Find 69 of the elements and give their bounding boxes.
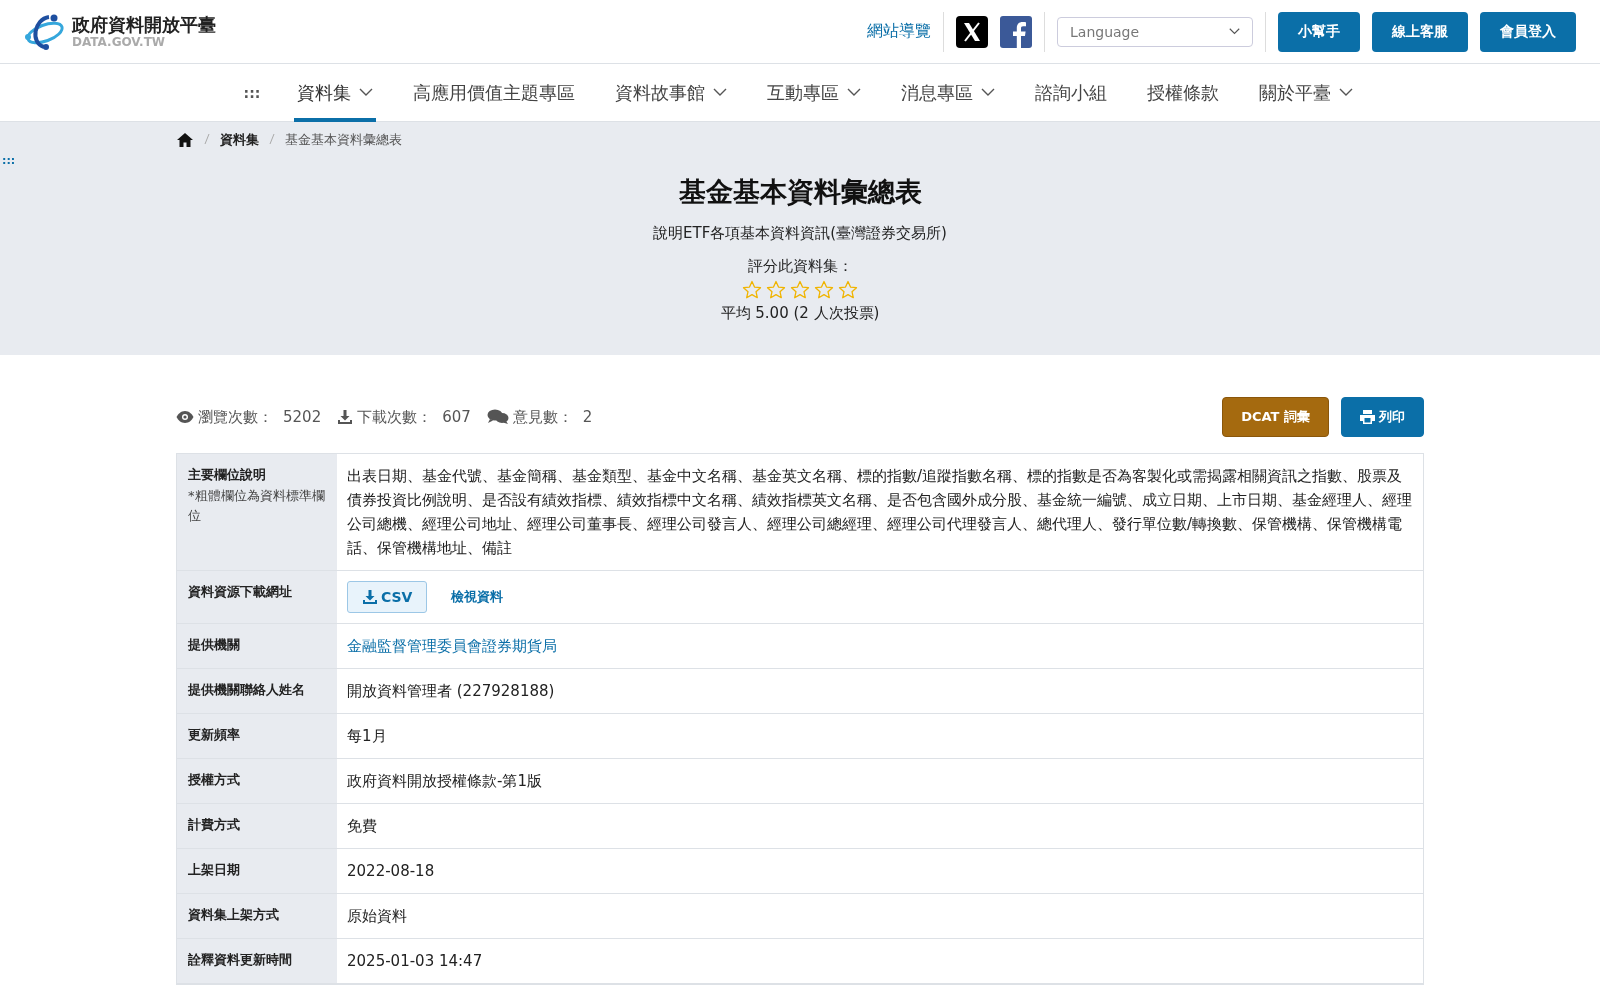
field-label: 資料集上架方式	[188, 906, 280, 924]
header-button[interactable]: 會員登入	[1480, 11, 1576, 52]
star-icon[interactable]	[766, 280, 786, 300]
star-icon[interactable]	[814, 280, 834, 300]
stat-value: 2	[582, 408, 593, 426]
table-cell-text: 每1月	[347, 726, 388, 747]
field-label: 詮釋資料更新時間	[188, 951, 293, 969]
facebook-icon[interactable]	[1000, 15, 1032, 48]
dataset-description: 說明ETF各項基本資料資訊(臺灣證券交易所)	[653, 224, 947, 243]
stat-label: 意見數：	[512, 407, 573, 427]
site-subtitle: DATA.GOV.TW	[72, 34, 167, 49]
csv-download-button[interactable]: CSV	[347, 581, 428, 613]
site-title[interactable]: 政府資料開放平臺	[72, 14, 216, 35]
accesskey-mark[interactable]: :::	[2, 154, 16, 167]
field-label: 上架日期	[188, 861, 241, 879]
language-select[interactable]: Language	[1057, 16, 1253, 47]
star-icon[interactable]	[742, 280, 762, 300]
table-cell-text: 開放資料管理者 (227928188)	[347, 681, 556, 702]
breadcrumb-separator	[269, 132, 275, 145]
download-icon	[337, 409, 354, 425]
field-note: *粗體欄位為資料標準欄位	[188, 487, 326, 525]
breadcrumb-current: 基金基本資料彙總表	[285, 131, 402, 149]
stat-value: 5202	[283, 408, 322, 426]
table-cell-text: 出表日期、基金代號、基金簡稱、基金類型、基金中文名稱、基金英文名稱、標的指數/追蹤指數名稱、標的指數是否為客製化或需揭露相關資訊之指數、股票及債券投資比例說明、是否設有績效指標、績效指標中文名稱、績效指標英文名稱、是否包含國外成分股、基金統一編號、成立日期、上市日期、基金經理人、經理公司總機、經理公司地址、經理公司董事長、經理公司發言人、經理公司總經理、經理公司代理發言人、總代理人、發行單位數/轉換數、保管機構、保管機構電話、保管機構地址、備註	[347, 466, 1413, 559]
home-icon[interactable]	[176, 132, 194, 148]
star-icon[interactable]	[790, 280, 810, 300]
nav-tab[interactable]: 高應用價值主題專區	[410, 63, 579, 122]
accesskey-mark[interactable]: :::	[243, 84, 261, 101]
dcat-button[interactable]: DCAT 詞彙	[1222, 397, 1329, 437]
stat-label: 瀏覽次數：	[198, 407, 273, 427]
header-button[interactable]: 線上客服	[1372, 11, 1468, 52]
field-label: 更新頻率	[188, 726, 241, 744]
stat-value: 607	[442, 408, 471, 426]
star-icon[interactable]	[838, 280, 858, 300]
table-cell-text: 2025-01-03 14:47	[347, 951, 484, 972]
field-label: 提供機關	[188, 636, 241, 654]
nav-tab[interactable]: 互動專區	[764, 63, 865, 122]
field-label: 資料資源下載網址	[188, 583, 293, 601]
logo-icon	[24, 12, 66, 51]
nav-tab[interactable]: 消息專區	[898, 63, 999, 122]
breadcrumb-link[interactable]: 資料集	[220, 131, 259, 149]
dataset-title: 基金基本資料彙總表	[678, 175, 922, 209]
print-button[interactable]: 列印	[1341, 397, 1424, 437]
nav-tab[interactable]: 授權條款	[1144, 63, 1223, 122]
rating-prompt: 評分此資料集：	[747, 257, 853, 276]
field-label: 授權方式	[188, 771, 241, 789]
nav-tab[interactable]: 資料故事館	[612, 63, 731, 122]
comments-icon	[486, 409, 509, 425]
eye-icon	[176, 410, 194, 424]
breadcrumb-separator	[204, 132, 210, 145]
table-cell-text: 2022-08-18	[347, 861, 436, 882]
stat-label: 下載次數：	[357, 407, 433, 427]
table-cell-text: 政府資料開放授權條款-第1版	[347, 771, 543, 792]
field-label: 提供機關聯絡人姓名	[188, 681, 306, 699]
field-label: 計費方式	[188, 816, 241, 834]
nav-tab[interactable]: 諮詢小組	[1032, 63, 1111, 122]
download-icon	[362, 589, 378, 605]
printer-icon	[1360, 410, 1375, 424]
preview-link[interactable]: 檢視資料	[451, 585, 504, 609]
chevron-icon	[1229, 27, 1240, 36]
field-label: 主要欄位說明	[188, 466, 267, 484]
sitemap-link[interactable]: 網站導覽	[867, 21, 931, 42]
provider-link[interactable]: 金融監督管理委員會證券期貨局	[347, 637, 557, 655]
table-cell-text: 免費	[347, 816, 378, 837]
table-cell-text: 原始資料	[347, 906, 408, 927]
x-icon[interactable]	[956, 15, 988, 48]
header-button[interactable]: 小幫手	[1278, 11, 1360, 52]
rating-average: 平均 5.00 (2 人次投票)	[720, 304, 880, 323]
nav-tab[interactable]: 關於平臺	[1256, 63, 1357, 122]
